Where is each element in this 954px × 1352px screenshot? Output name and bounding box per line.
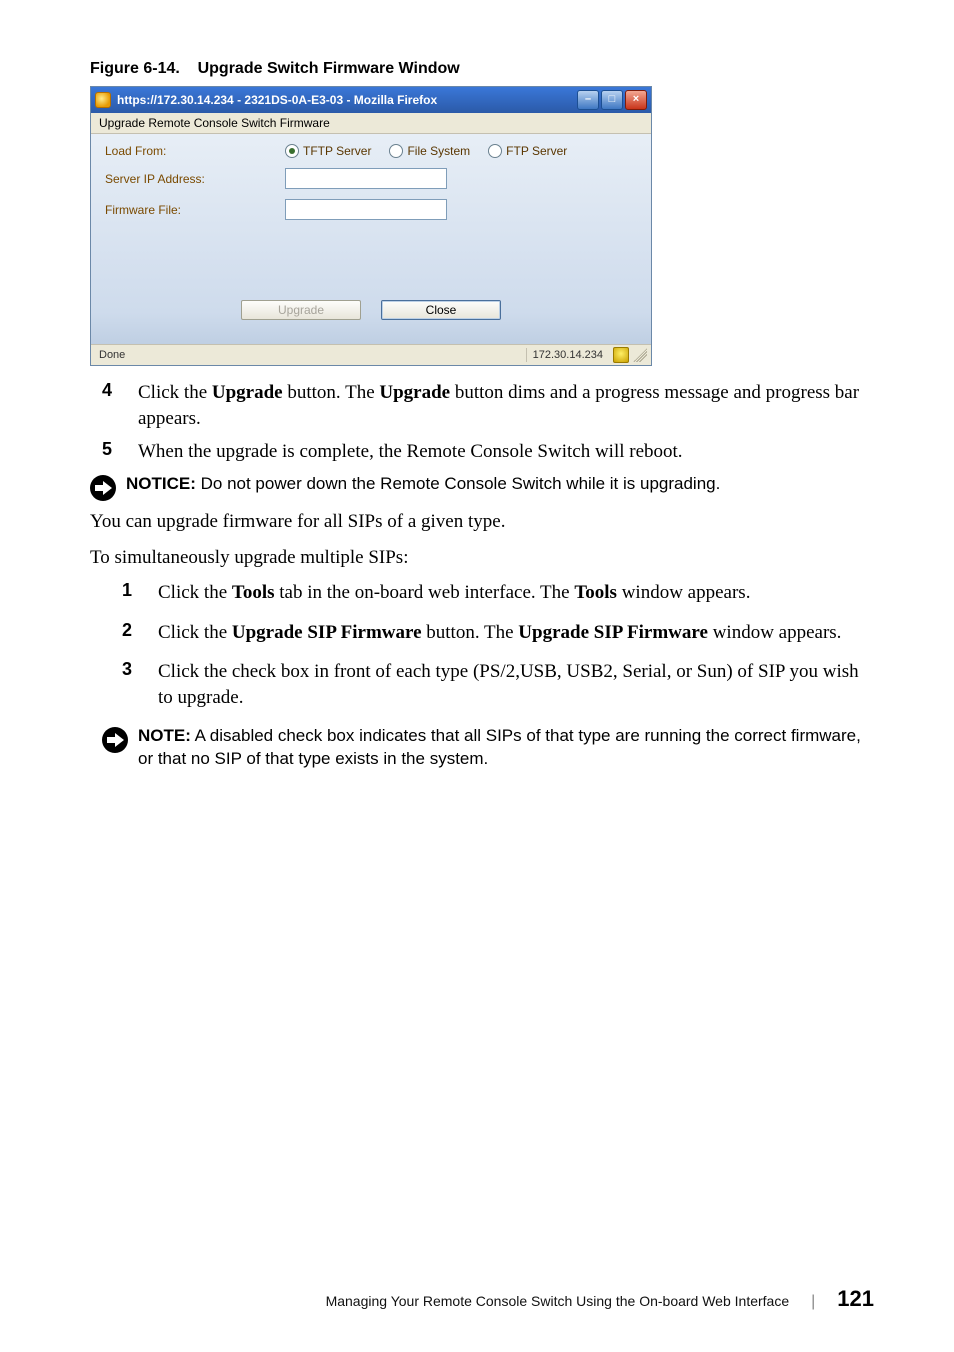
ol-1-number: 1 [122, 580, 158, 606]
ol-2-text: Click the Upgrade SIP Firmware button. T… [158, 620, 841, 646]
lock-icon [613, 347, 629, 363]
load-from-label: Load From: [105, 144, 285, 158]
note-callout: NOTE: A disabled check box indicates tha… [102, 725, 874, 771]
step-5-text: When the upgrade is complete, the Remote… [138, 439, 683, 465]
radio-file-dot-icon [389, 144, 403, 158]
content-area: Load From: TFTP Server File System FTP S… [91, 134, 651, 344]
load-from-radio-group: TFTP Server File System FTP Server [285, 144, 567, 158]
paragraph-to-upgrade: To simultaneously upgrade multiple SIPs: [90, 545, 874, 571]
note-text: A disabled check box indicates that all … [138, 726, 861, 768]
note-label: NOTE: [138, 726, 191, 745]
footer-separator: | [811, 1293, 815, 1311]
radio-tftp-dot-icon [285, 144, 299, 158]
ol-1-text: Click the Tools tab in the on-board web … [158, 580, 750, 606]
radio-tftp[interactable]: TFTP Server [285, 144, 371, 158]
radio-ftp[interactable]: FTP Server [488, 144, 567, 158]
notice-text: Do not power down the Remote Console Swi… [196, 474, 720, 493]
minimize-button[interactable]: – [577, 90, 599, 110]
step-5-number: 5 [102, 439, 138, 465]
footer-text: Managing Your Remote Console Switch Usin… [326, 1293, 790, 1309]
radio-tftp-label: TFTP Server [303, 144, 371, 158]
notice-label: NOTICE: [126, 474, 196, 493]
firmware-file-label: Firmware File: [105, 203, 285, 217]
window-title: https://172.30.14.234 - 2321DS-0A-E3-03 … [117, 93, 571, 107]
status-ip: 172.30.14.234 [526, 348, 609, 362]
screenshot-window: https://172.30.14.234 - 2321DS-0A-E3-03 … [90, 86, 652, 366]
step-4-number: 4 [102, 380, 138, 431]
ol-2-number: 2 [122, 620, 158, 646]
server-ip-label: Server IP Address: [105, 172, 285, 186]
title-bar: https://172.30.14.234 - 2321DS-0A-E3-03 … [91, 87, 651, 113]
notice-arrow-icon [90, 475, 116, 501]
step-4-text: Click the Upgrade button. The Upgrade bu… [138, 380, 874, 431]
radio-ftp-label: FTP Server [506, 144, 567, 158]
radio-file-label: File System [407, 144, 470, 158]
ol-3-text: Click the check box in front of each typ… [158, 659, 874, 710]
window-controls: – □ × [577, 90, 647, 110]
note-arrow-icon [102, 727, 128, 753]
server-ip-input[interactable] [285, 168, 447, 189]
figure-caption: Figure 6-14. Upgrade Switch Firmware Win… [90, 60, 874, 78]
notice-callout: NOTICE: Do not power down the Remote Con… [90, 473, 874, 501]
figure-title: Upgrade Switch Firmware Window [198, 60, 460, 77]
close-button[interactable]: Close [381, 300, 501, 320]
maximize-button[interactable]: □ [601, 90, 623, 110]
radio-ftp-dot-icon [488, 144, 502, 158]
page-footer: Managing Your Remote Console Switch Usin… [90, 1286, 874, 1312]
panel-header: Upgrade Remote Console Switch Firmware [91, 113, 651, 134]
status-text: Done [99, 349, 526, 361]
paragraph-upgrade-sips: You can upgrade firmware for all SIPs of… [90, 509, 874, 535]
status-bar: Done 172.30.14.234 [91, 344, 651, 365]
resize-grip-icon [633, 348, 647, 362]
firmware-file-input[interactable] [285, 199, 447, 220]
ol-3-number: 3 [122, 659, 158, 710]
upgrade-button[interactable]: Upgrade [241, 300, 361, 320]
firefox-icon [95, 92, 111, 108]
close-window-button[interactable]: × [625, 90, 647, 110]
figure-label: Figure 6-14. [90, 60, 180, 77]
radio-file-system[interactable]: File System [389, 144, 470, 158]
page-number: 121 [837, 1286, 874, 1312]
